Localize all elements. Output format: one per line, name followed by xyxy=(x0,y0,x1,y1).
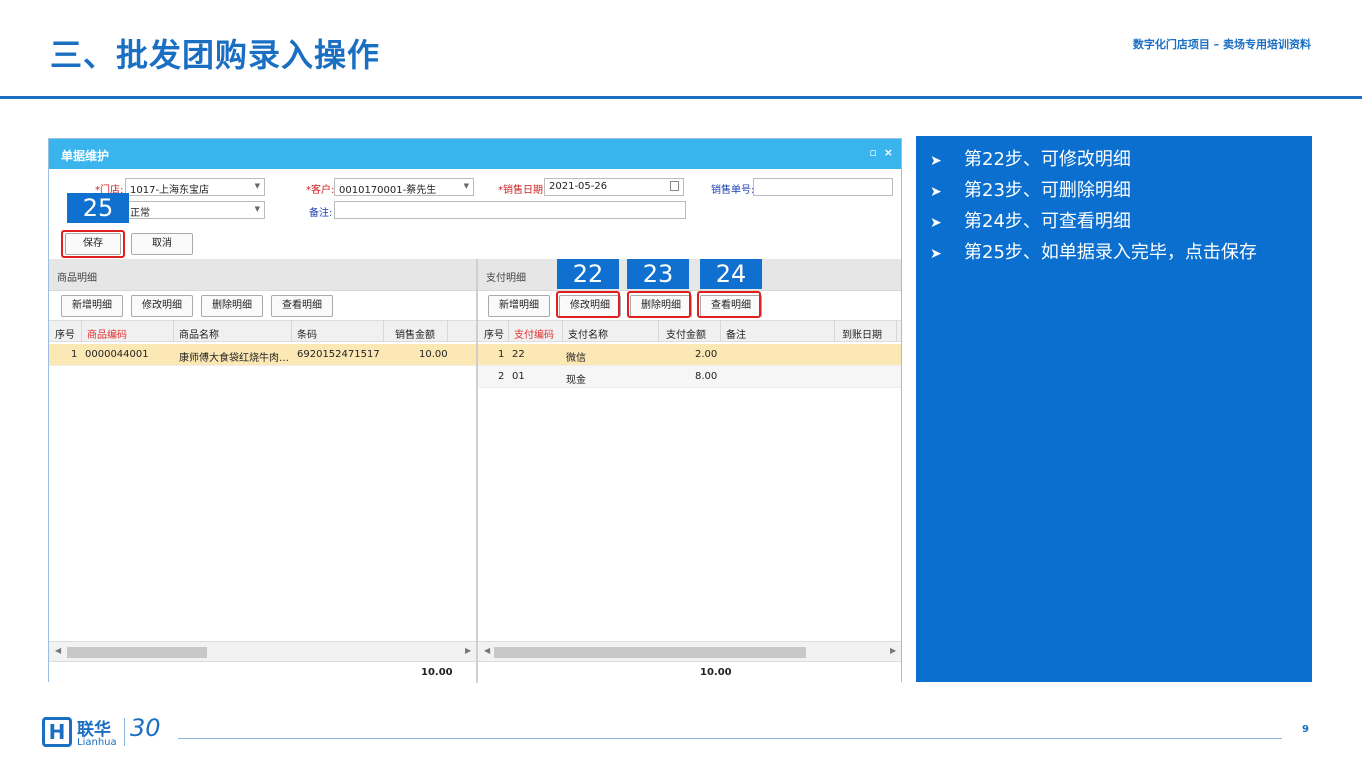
document-maintenance-window: 单据维护 ▫ × *门店: 1017-上海东宝店 ▼ *客户: 00101700… xyxy=(48,138,902,683)
goods-total-row: 10.00 xyxy=(49,661,476,683)
step-25-tag: 25 xyxy=(67,193,129,223)
scroll-right-icon[interactable]: ▶ xyxy=(890,646,896,655)
goods-horizontal-scrollbar[interactable]: ◀ ▶ xyxy=(49,641,476,661)
logo-english-name: Lianhua xyxy=(77,737,117,748)
goods-edit-button[interactable]: 修改明细 xyxy=(131,295,193,317)
cancel-button[interactable]: 取消 xyxy=(131,233,193,255)
remark-input[interactable] xyxy=(334,201,686,219)
payment-col-code[interactable]: 支付编码 xyxy=(514,326,554,341)
close-icon[interactable]: × xyxy=(884,146,893,159)
arrow-bullet-icon: ➤ xyxy=(930,153,942,169)
goods-col-no[interactable]: 序号 xyxy=(55,326,75,341)
customer-label: *客户: xyxy=(306,185,335,196)
note-step-24: ➤ 第24步、可查看明细 xyxy=(930,210,1298,241)
goods-total: 10.00 xyxy=(421,667,453,678)
order-number-label: 销售单号: xyxy=(711,185,755,196)
goods-grid-header: 序号 商品编码 商品名称 条码 销售金额 xyxy=(49,320,476,342)
goods-detail-header: 商品明细 xyxy=(49,259,476,291)
store-select[interactable]: 1017-上海东宝店 ▼ xyxy=(125,178,265,196)
step-23-tag: 23 xyxy=(627,259,689,289)
customer-value: 0010170001-蔡先生 xyxy=(339,185,437,196)
chevron-down-icon: ▼ xyxy=(254,205,260,213)
scroll-right-icon[interactable]: ▶ xyxy=(465,646,471,655)
payment-col-no[interactable]: 序号 xyxy=(484,326,504,341)
slide-title: 三、批发团购录入操作 xyxy=(50,36,381,74)
sale-date-label: *销售日期: xyxy=(498,185,547,196)
payment-total-row: 10.00 xyxy=(478,661,901,683)
sale-date-value: 2021-05-26 xyxy=(549,181,608,192)
goods-add-button[interactable]: 新增明细 xyxy=(61,295,123,317)
calendar-icon[interactable] xyxy=(670,181,679,191)
goods-detail-title: 商品明细 xyxy=(57,273,97,284)
anniversary-30-logo: 30 xyxy=(130,714,161,742)
lianhua-logo-icon: H xyxy=(42,717,72,747)
instruction-notes-panel: ➤ 第22步、可修改明细 ➤ 第23步、可删除明细 ➤ 第24步、可查看明细 ➤ 第25… xyxy=(916,136,1312,682)
store-value: 1017-上海东宝店 xyxy=(130,185,210,196)
goods-col-code[interactable]: 商品编码 xyxy=(87,326,127,341)
chevron-down-icon: ▼ xyxy=(463,182,469,190)
table-row[interactable]: 2 01 现金 8.00 xyxy=(478,366,901,388)
goods-col-barcode[interactable]: 条码 xyxy=(297,326,317,341)
edit-highlight xyxy=(556,291,620,318)
footer-rule xyxy=(178,738,1282,739)
slide-subtitle: 数字化门店项目 – 卖场专用培训资料 xyxy=(1132,38,1311,51)
scroll-thumb[interactable] xyxy=(494,647,806,658)
table-row[interactable]: 1 0000044001 康师傅大食袋红烧牛肉… 6920152471517 1… xyxy=(49,344,476,366)
payment-add-button[interactable]: 新增明细 xyxy=(488,295,550,317)
view-highlight xyxy=(697,291,761,318)
scroll-left-icon[interactable]: ◀ xyxy=(55,646,61,655)
window-titlebar: 单据维护 ▫ × xyxy=(49,139,901,169)
arrow-bullet-icon: ➤ xyxy=(930,215,942,231)
table-row[interactable]: 1 22 微信 2.00 xyxy=(478,344,901,366)
window-title: 单据维护 xyxy=(61,149,110,163)
step-24-tag: 24 xyxy=(700,259,762,289)
payment-col-name[interactable]: 支付名称 xyxy=(568,326,608,341)
chevron-down-icon: ▼ xyxy=(254,182,260,190)
remark-label: 备注: xyxy=(309,208,333,219)
goods-delete-button[interactable]: 删除明细 xyxy=(201,295,263,317)
arrow-bullet-icon: ➤ xyxy=(930,246,942,262)
status-select[interactable]: 正常 ▼ xyxy=(125,201,265,219)
logo-separator xyxy=(124,718,125,746)
save-highlight xyxy=(61,230,125,258)
payment-col-remark[interactable]: 备注 xyxy=(726,326,746,341)
payment-col-arrival-date[interactable]: 到账日期 xyxy=(842,326,882,341)
goods-toolbar: 新增明细 修改明细 删除明细 查看明细 xyxy=(49,291,476,319)
customer-select[interactable]: 0010170001-蔡先生 ▼ xyxy=(334,178,474,196)
goods-col-name[interactable]: 商品名称 xyxy=(179,326,219,341)
payment-detail-title: 支付明细 xyxy=(486,273,526,284)
page-number: 9 xyxy=(1302,724,1309,735)
payment-grid-header: 序号 支付编码 支付名称 支付金额 备注 到账日期 xyxy=(478,320,901,342)
payment-detail-header: 支付明细 xyxy=(478,259,901,291)
sale-date-field[interactable]: 2021-05-26 xyxy=(544,178,684,196)
arrow-bullet-icon: ➤ xyxy=(930,184,942,200)
minimize-icon[interactable]: ▫ xyxy=(870,146,877,159)
status-value: 正常 xyxy=(130,208,150,219)
scroll-thumb[interactable] xyxy=(67,647,207,658)
goods-col-amount[interactable]: 销售金额 xyxy=(395,326,435,341)
goods-view-button[interactable]: 查看明细 xyxy=(271,295,333,317)
note-step-25: ➤ 第25步、如单据录入完毕，点击保存 xyxy=(930,241,1298,272)
delete-highlight xyxy=(627,291,691,318)
payment-col-amount[interactable]: 支付金额 xyxy=(666,326,706,341)
note-step-22: ➤ 第22步、可修改明细 xyxy=(930,148,1298,179)
payment-total: 10.00 xyxy=(700,667,732,678)
note-step-23: ➤ 第23步、可删除明细 xyxy=(930,179,1298,210)
step-22-tag: 22 xyxy=(557,259,619,289)
header-rule xyxy=(0,96,1362,99)
order-number-input[interactable] xyxy=(753,178,893,196)
payment-horizontal-scrollbar[interactable]: ◀ ▶ xyxy=(478,641,901,661)
scroll-left-icon[interactable]: ◀ xyxy=(484,646,490,655)
